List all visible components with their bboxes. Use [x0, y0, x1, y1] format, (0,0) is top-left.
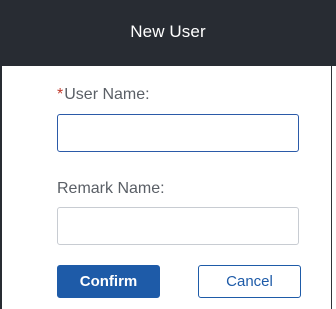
cancel-button[interactable]: Cancel	[198, 265, 301, 298]
remark-name-label: Remark Name:	[57, 180, 165, 197]
dialog-left-border	[0, 66, 2, 309]
dialog-right-border	[331, 66, 332, 309]
dialog-header: New User	[0, 0, 336, 66]
remark-name-input[interactable]	[57, 207, 299, 245]
confirm-button[interactable]: Confirm	[57, 265, 160, 298]
new-user-dialog: New User *User Name: Remark Name: Confir…	[0, 0, 336, 309]
user-name-input[interactable]	[57, 114, 299, 152]
dialog-title: New User	[130, 22, 206, 41]
user-name-label: User Name:	[64, 86, 150, 103]
required-marker: *	[57, 86, 64, 103]
user-name-label-row: *User Name:	[57, 86, 150, 104]
